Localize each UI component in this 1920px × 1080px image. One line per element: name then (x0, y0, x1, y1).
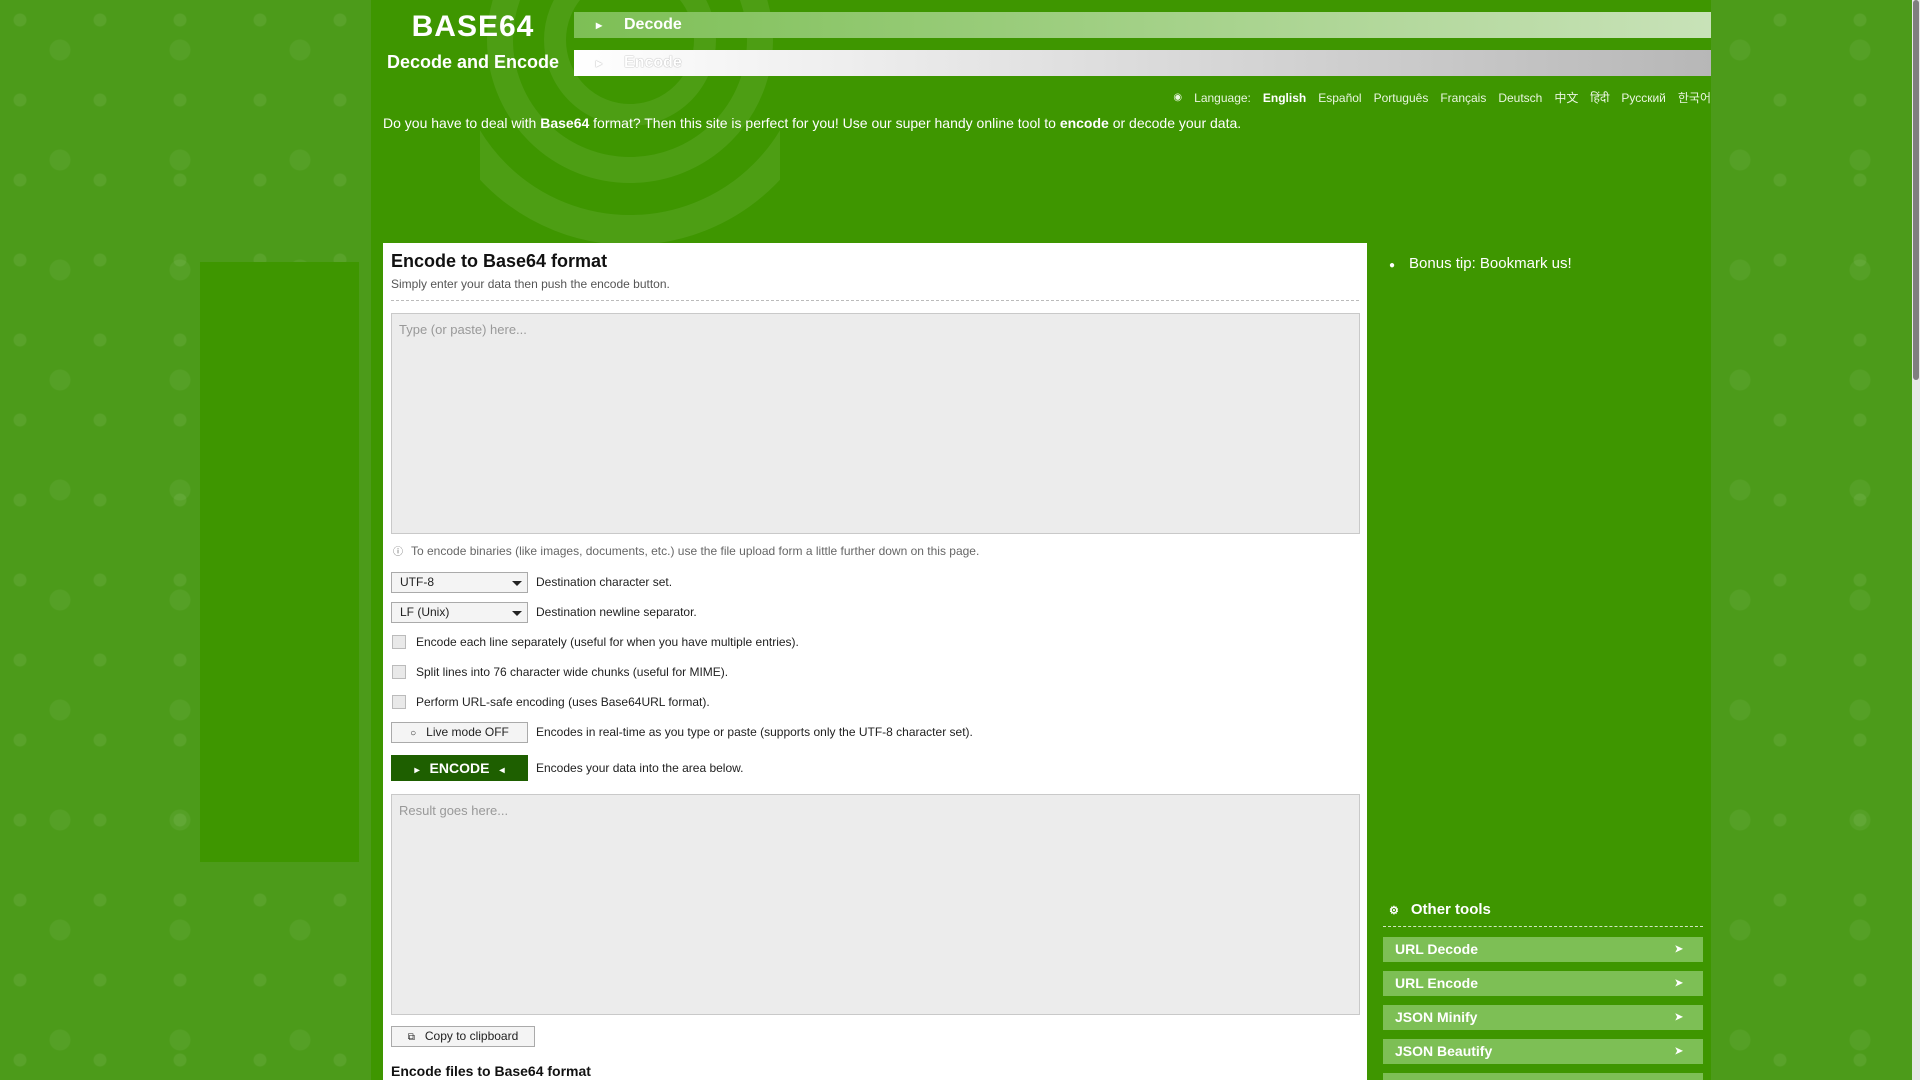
bonus-tip: ● Bonus tip: Bookmark us! (1383, 255, 1572, 272)
external-link-icon: ➤ (1674, 1012, 1683, 1023)
files-section-title: Encode files to Base64 format (391, 1063, 591, 1079)
option-split: Split lines into 76 character wide chunk… (391, 661, 728, 683)
nav-decode-label: Decode (624, 16, 682, 33)
tool-url-decode[interactable]: URL Decode ➤ (1383, 937, 1703, 962)
info-icon: ⓘ (393, 547, 403, 558)
nav-decode-button[interactable]: ▸ Decode (574, 12, 1711, 38)
arrow-icon: ▸ (596, 18, 603, 32)
intro-bold-encode: encode (1059, 115, 1109, 131)
language-deutsch[interactable]: Deutsch (1498, 91, 1542, 105)
charset-row: UTF-8 Destination character set. (391, 571, 672, 593)
newline-select[interactable]: LF (Unix) (391, 601, 528, 623)
intro-part: or decode your data. (1108, 115, 1242, 131)
live-mode-label: Live mode OFF (426, 724, 509, 739)
chevron-down-icon (512, 610, 522, 616)
toggle-icon: ○ (410, 727, 417, 739)
tool-url-encode[interactable]: URL Encode ➤ (1383, 971, 1703, 996)
each-line-label: Encode each line separately (useful for … (416, 635, 799, 649)
site-logo[interactable]: BASE64 Decode and Encode (383, 10, 563, 73)
logo-title: BASE64 (411, 10, 535, 43)
copy-button[interactable]: ⧉ Copy to clipboard (391, 1026, 535, 1047)
encode-panel: Encode to Base64 format Simply enter you… (383, 243, 1367, 1080)
arrow-icon: ◂ (499, 765, 505, 776)
encode-description: Encodes your data into the area below. (536, 761, 744, 775)
divider (391, 300, 1359, 301)
input-textarea[interactable]: Type (or paste) here... (391, 313, 1360, 534)
tool-label: URL Decode (1395, 941, 1478, 957)
intro-part: format? Then this site is perfect for yo… (589, 115, 1060, 131)
intro-part: Do you have to deal with (383, 115, 541, 131)
binary-note-text: To encode binaries (like images, documen… (411, 544, 980, 558)
nav-encode-button[interactable]: ▸ Encode (574, 50, 1711, 76)
divider (1383, 926, 1703, 927)
language-russian[interactable]: Русский (1621, 91, 1666, 105)
newline-value: LF (Unix) (400, 604, 450, 619)
arrow-icon: ▸ (414, 765, 420, 776)
language-hindi[interactable]: हिंदी (1590, 89, 1609, 106)
other-tools-label: Other tools (1410, 901, 1491, 918)
language-korean[interactable]: 한국어 (1678, 89, 1711, 106)
live-mode-description: Encodes in real-time as you type or past… (536, 725, 973, 739)
live-mode-button[interactable]: ○ Live mode OFF (391, 721, 528, 743)
option-each-line: Encode each line separately (useful for … (391, 631, 799, 653)
bonus-tip-text: Bonus tip: Bookmark us! (1409, 255, 1572, 272)
tool-partial[interactable] (1383, 1073, 1703, 1080)
tool-label: JSON Beautify (1395, 1043, 1493, 1059)
split-lines-label: Split lines into 76 character wide chunk… (416, 665, 729, 679)
page-scrollbar[interactable] (1912, 0, 1920, 1080)
output-textarea[interactable]: Result goes here... (391, 794, 1360, 1015)
copy-button-label: Copy to clipboard (424, 1029, 519, 1043)
panel-subtitle: Simply enter your data then push the enc… (391, 277, 670, 291)
intro-text: Do you have to deal with Base64 format? … (383, 115, 1241, 131)
each-line-checkbox[interactable] (392, 635, 406, 649)
tool-json-beautify[interactable]: JSON Beautify ➤ (1383, 1039, 1703, 1064)
left-ad-area (200, 262, 359, 862)
tool-label: JSON Minify (1395, 1009, 1478, 1025)
newline-label: Destination newline separator. (536, 605, 697, 619)
encode-row: ▸ ENCODE ◂ Encodes your data into the area… (391, 755, 743, 781)
nav-encode-label: Encode (624, 54, 682, 71)
binary-note: ⓘ To encode binaries (like images, docume… (393, 543, 979, 558)
logo-subtitle: Decode and Encode (386, 52, 560, 72)
language-english[interactable]: English (1263, 91, 1306, 105)
encode-button[interactable]: ▸ ENCODE ◂ (391, 755, 528, 781)
language-label: Language: (1194, 90, 1251, 105)
arrow-icon: ▸ (596, 56, 603, 70)
chevron-down-icon (512, 580, 522, 586)
external-link-icon: ➤ (1674, 1046, 1683, 1057)
tool-json-minify[interactable]: JSON Minify ➤ (1383, 1005, 1703, 1030)
panel-title: Encode to Base64 format (391, 251, 608, 271)
other-tools-title: ⚙ Other tools (1383, 901, 1703, 918)
language-selector: ◉ Language: English Español Português Fr… (1161, 89, 1711, 106)
charset-label: Destination character set. (536, 575, 673, 589)
external-link-icon: ➤ (1674, 944, 1683, 955)
language-chinese[interactable]: 中文 (1554, 89, 1578, 106)
language-portugues[interactable]: Português (1374, 91, 1429, 105)
intro-bold-base64: Base64 (540, 115, 590, 131)
wrench-icon: ⚙ (1389, 905, 1399, 917)
external-link-icon: ➤ (1674, 978, 1683, 989)
tool-label: URL Encode (1395, 975, 1478, 991)
charset-value: UTF-8 (400, 574, 434, 589)
copy-icon: ⧉ (407, 1032, 415, 1043)
charset-select[interactable]: UTF-8 (391, 571, 528, 593)
language-francais[interactable]: Français (1440, 91, 1486, 105)
globe-icon: ◉ (1173, 92, 1183, 103)
language-espanol[interactable]: Español (1318, 91, 1361, 105)
bookmark-icon: ● (1389, 260, 1396, 271)
urlsafe-label: Perform URL-safe encoding (uses Base64UR… (416, 695, 710, 709)
urlsafe-checkbox[interactable] (392, 695, 406, 709)
split-lines-checkbox[interactable] (392, 665, 406, 679)
encode-button-label: ENCODE (429, 760, 490, 776)
newline-row: LF (Unix) Destination newline separator. (391, 601, 697, 623)
scrollbar-thumb[interactable] (1913, 0, 1919, 380)
option-urlsafe: Perform URL-safe encoding (uses Base64UR… (391, 691, 710, 713)
live-mode-row: ○ Live mode OFF Encodes in real-time as y… (391, 721, 973, 743)
